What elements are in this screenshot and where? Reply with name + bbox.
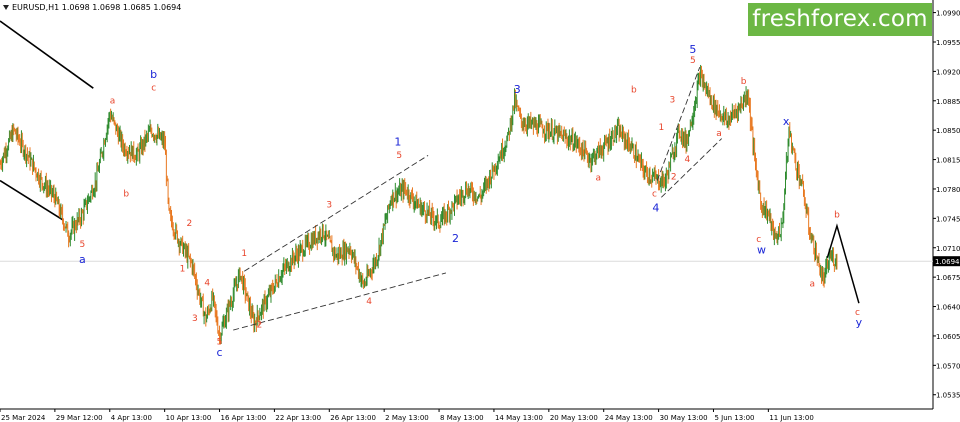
wave-label-blue: a: [79, 253, 86, 266]
wave-label-blue: b: [150, 68, 157, 81]
x-tick-label: 26 Apr 13:00: [330, 414, 376, 422]
wave-label-red: 2: [671, 173, 677, 183]
y-tick-label: 1.0990: [936, 10, 960, 18]
x-tick-label: 16 Apr 13:00: [221, 414, 267, 422]
forecast-layer: [826, 223, 860, 304]
x-tick-label: 24 May 13:00: [605, 414, 653, 422]
y-tick-label: 1.0920: [936, 68, 960, 76]
y-tick-label: 1.0675: [936, 274, 960, 282]
wave-label-red: 5: [690, 56, 696, 66]
wave-label-blue: c: [216, 346, 222, 359]
wave-label-blue: 2: [452, 232, 459, 245]
x-tick-label: 10 Apr 13:00: [166, 414, 212, 422]
wave-label-red: 3: [326, 200, 332, 210]
brand-logo: freshforex.com: [748, 3, 932, 36]
wave-label-red: 3: [669, 95, 675, 105]
x-tick-label: 22 Apr 13:00: [275, 414, 321, 422]
y-tick-label: 1.0955: [936, 39, 960, 47]
wave-label-blue: 1: [394, 135, 401, 148]
wave-label-blue: 5: [689, 43, 696, 56]
ticks-layer: 1.0990 1.0955 1.0920 1.0885 1.0850 1.0815 1.07…: [0, 10, 960, 422]
wave-label-red: 1: [180, 264, 186, 274]
wave-label-red: b: [123, 190, 129, 200]
y-tick-label: 1.0885: [936, 98, 960, 106]
wave-label-red: 5: [79, 240, 85, 250]
y-tick-label: 1.0640: [936, 304, 960, 312]
wave-label-red: 2: [256, 321, 262, 331]
wave-label-red: 1: [241, 249, 247, 259]
current-price-label: 1.0694: [935, 258, 960, 266]
wave-label-red: 4: [366, 297, 372, 307]
x-tick-label: 20 May 13:00: [550, 414, 598, 422]
x-tick-label: 5 Jun 13:00: [714, 414, 754, 422]
wave-labels-layer: 5abc2143512345ba135c24bacbacabc12345xwy: [79, 43, 863, 359]
wave-label-blue: 3: [514, 83, 521, 96]
y-tick-label: 1.0535: [936, 392, 960, 400]
x-tick-label: 25 Mar 2024: [1, 414, 46, 422]
y-tick-label: 1.0815: [936, 157, 960, 165]
wave-label-red: c: [652, 190, 657, 200]
x-tick-label: 30 May 13:00: [660, 414, 708, 422]
y-tick-label: 1.0745: [936, 215, 960, 223]
x-tick-label: 29 Mar 12:00: [56, 414, 103, 422]
wave-label-blue: w: [757, 244, 766, 257]
y-tick-label: 1.0710: [936, 245, 960, 253]
wave-label-red: a: [716, 129, 722, 139]
y-tick-label: 1.0605: [936, 333, 960, 341]
dropdown-triangle-icon[interactable]: [3, 5, 9, 10]
wave-label-blue: 4: [652, 202, 659, 215]
forecast-path: [826, 223, 860, 304]
axes-layer: [0, 0, 934, 410]
wave-label-red: 2: [186, 219, 192, 229]
x-tick-label: 4 Apr 13:00: [111, 414, 152, 422]
trend-line: [0, 20, 94, 89]
x-tick-label: 11 Jun 13:00: [769, 414, 813, 422]
y-tick-label: 1.0570: [936, 362, 960, 370]
wave-label-red: 1: [658, 123, 664, 133]
wave-label-blue: x: [783, 115, 790, 128]
wave-label-red: b: [631, 85, 637, 95]
x-tick-label: 8 May 13:00: [440, 414, 484, 422]
wave-label-red: 4: [685, 155, 691, 165]
wave-label-red: a: [595, 174, 601, 184]
brand-text: freshforex.com: [752, 6, 928, 32]
wave-label-red: 5: [396, 151, 402, 161]
wave-label-red: 4: [204, 279, 210, 289]
price-chart: 5abc2143512345ba135c24bacbacabc12345xwy …: [0, 0, 960, 422]
wave-label-red: 3: [192, 314, 198, 324]
y-tick-label: 1.0780: [936, 186, 960, 194]
candles-layer: [0, 64, 838, 345]
wave-label-red: a: [110, 96, 116, 106]
wave-label-red: c: [151, 84, 156, 94]
y-tick-label: 1.0850: [936, 127, 960, 135]
x-tick-label: 2 May 13:00: [385, 414, 429, 422]
wave-label-red: a: [810, 279, 816, 289]
x-tick-label: 14 May 13:00: [495, 414, 543, 422]
wave-label-red: b: [834, 211, 840, 221]
symbol-header: EURUSD,H1 1.0698 1.0698 1.0685 1.0694: [3, 3, 181, 12]
wave-label-blue: y: [856, 316, 863, 329]
chart-window: 5abc2143512345ba135c24bacbacabc12345xwy …: [0, 0, 960, 422]
symbol-ohlc-text: EURUSD,H1 1.0698 1.0698 1.0685 1.0694: [12, 3, 182, 12]
wave-label-red: b: [741, 77, 747, 87]
